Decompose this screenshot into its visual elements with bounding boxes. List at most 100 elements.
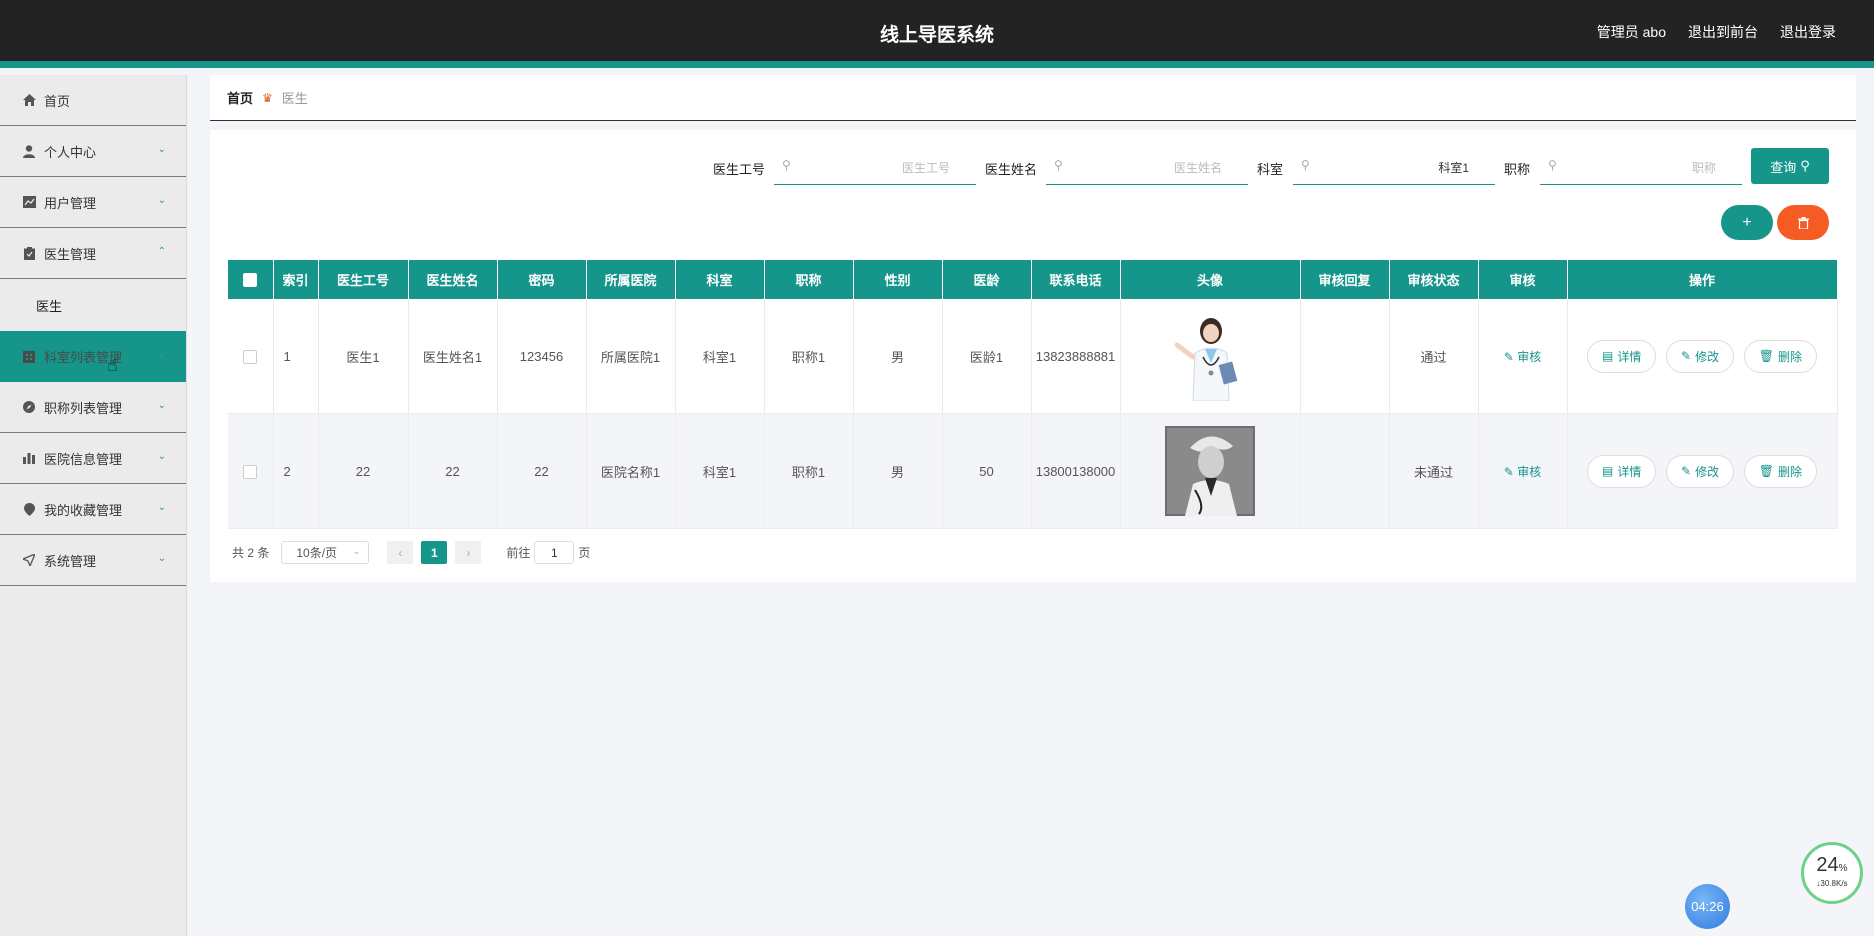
audit-label: 审核 <box>1517 464 1542 479</box>
sidebar-item-label: 医生管理 <box>44 246 97 262</box>
doctor-table: 索引 医生工号 医生姓名 密码 所属医院 科室 职称 性别 医龄 联系电话 头像… <box>228 260 1838 529</box>
sidebar-subitem-doctor[interactable]: 医生 <box>0 279 186 331</box>
sidebar-item-label: 我的收藏管理 <box>44 502 123 518</box>
goto-page: 前往 1 页 <box>506 541 590 564</box>
delete-label: 删除 <box>1777 349 1802 364</box>
cell-phone: 13823888881 <box>1031 299 1121 414</box>
pagination: 共 2 条 10条/页 ⌄ ‹ 1 › 前往 1 页 <box>232 541 590 564</box>
dept-label: 科室 <box>1257 162 1284 177</box>
document-icon: ▤ <box>1602 464 1614 478</box>
app-title: 线上导医系统 <box>879 25 994 46</box>
doctor-name-input[interactable]: ⚲ 医生姓名 <box>1046 148 1248 185</box>
sidebar-item-personal-center[interactable]: 个人中心 ⌄ <box>0 126 186 177</box>
row-select-cell[interactable] <box>228 413 274 529</box>
sidebar-item-department-list[interactable]: 科室列表管理 ⌄ <box>0 331 186 382</box>
cell-years: 50 <box>942 413 1032 529</box>
cell-doctor-no: 22 <box>318 413 409 529</box>
goto-label: 前往 <box>506 546 531 560</box>
title-input[interactable]: ⚲ 职称 <box>1540 148 1742 185</box>
sidebar-item-label: 个人中心 <box>44 144 97 160</box>
logout-link[interactable]: 退出登录 <box>1780 22 1836 42</box>
search-icon: ⚲ <box>1548 158 1557 172</box>
cell-hospital: 所属医院1 <box>586 299 676 414</box>
page-size-value: 10条/页 <box>296 546 338 560</box>
detail-label: 详情 <box>1617 464 1642 479</box>
doctor-no-placeholder: 医生工号 <box>901 161 950 175</box>
sidebar-item-label: 用户管理 <box>44 195 97 211</box>
row-checkbox[interactable] <box>243 464 258 479</box>
audit-label: 审核 <box>1517 349 1542 364</box>
edit-button[interactable]: ✎ 修改 <box>1666 339 1735 373</box>
row-select-cell[interactable] <box>228 299 274 414</box>
doctor-no-input[interactable]: ⚲ 医生工号 <box>774 148 976 185</box>
sidebar-item-system[interactable]: 系统管理 ⌄ <box>0 535 186 586</box>
select-all-cell[interactable] <box>228 260 274 299</box>
query-button[interactable]: 查询 ⚲ <box>1751 148 1829 184</box>
batch-delete-button[interactable] <box>1777 205 1829 240</box>
cell-title: 职称1 <box>764 299 854 414</box>
network-speed-widget[interactable]: 24% ↓30.8K/s <box>1801 842 1863 904</box>
cell-doctor-name: 22 <box>408 413 498 529</box>
column-header: 性别 <box>853 260 943 299</box>
location-icon <box>22 502 36 516</box>
prev-page-button[interactable]: ‹ <box>387 541 414 564</box>
sidebar-item-label: 职称列表管理 <box>44 400 123 416</box>
exit-to-front-link[interactable]: 退出到前台 <box>1688 22 1758 42</box>
page-number-button[interactable]: 1 <box>421 541 448 564</box>
next-page-button[interactable]: › <box>455 541 482 564</box>
sidebar-item-doctor-management[interactable]: 医生管理 ⌃ <box>0 228 186 279</box>
dept-input[interactable]: ⚲ 科室1 <box>1293 148 1495 185</box>
search-icon: ⚲ <box>782 158 791 172</box>
percent-sign: % <box>1838 863 1848 874</box>
edit-button[interactable]: ✎ 修改 <box>1666 454 1735 488</box>
sidebar-item-label: 首页 <box>44 93 71 109</box>
breadcrumb: 首页 ♛ 医生 <box>210 75 1856 121</box>
column-header: 审核 <box>1478 260 1568 299</box>
audit-link[interactable]: ✎ 审核 <box>1504 465 1541 479</box>
total-count: 共 2 条 <box>232 546 270 560</box>
cell-dept: 科室1 <box>675 299 765 414</box>
column-header: 操作 <box>1567 260 1838 299</box>
detail-button[interactable]: ▤ 详情 <box>1587 454 1657 488</box>
select-all-checkbox[interactable] <box>243 273 258 288</box>
column-header: 科室 <box>675 260 765 299</box>
delete-button[interactable]: 🗑 删除 <box>1743 339 1817 373</box>
sidebar-item-hospital-info[interactable]: 医院信息管理 ⌄ <box>0 433 186 484</box>
goto-page-input[interactable]: 1 <box>534 541 575 564</box>
delete-button[interactable]: 🗑 删除 <box>1743 454 1817 488</box>
chevron-down-icon: ⌄ <box>157 553 166 564</box>
breadcrumb-home[interactable]: 首页 <box>227 88 253 107</box>
building-icon <box>22 350 36 364</box>
sidebar-item-user-management[interactable]: 用户管理 ⌄ <box>0 177 186 228</box>
chevron-up-icon: ⌃ <box>157 246 166 257</box>
sidebar: 首页 个人中心 ⌄ 用户管理 ⌄ 医生管理 ⌃ 医生 科室列表管理 ⌄ 职称列表… <box>0 75 187 936</box>
add-button[interactable]: + <box>1721 205 1773 240</box>
cell-audit: ✎ 审核 <box>1478 413 1568 529</box>
main-panel: 医生工号 ⚲ 医生工号 医生姓名 ⚲ 医生姓名 科室 ⚲ 科室1 职称 ⚲ 职称… <box>210 130 1856 582</box>
cell-phone: 13800138000 <box>1031 413 1121 529</box>
cell-gender: 男 <box>853 413 943 529</box>
cell-dept: 科室1 <box>675 413 765 529</box>
detail-button[interactable]: ▤ 详情 <box>1587 339 1657 373</box>
user-icon <box>22 144 36 158</box>
row-checkbox[interactable] <box>243 349 258 364</box>
trash-icon: 🗑 <box>1758 349 1774 363</box>
cell-avatar <box>1120 413 1301 529</box>
chevron-down-icon: ⌄ <box>157 144 166 155</box>
chevron-down-icon: ⌄ <box>157 195 166 206</box>
sidebar-item-home[interactable]: 首页 <box>0 75 186 126</box>
column-header: 所属医院 <box>586 260 676 299</box>
sidebar-item-favorites[interactable]: 我的收藏管理 ⌄ <box>0 484 186 535</box>
trash-icon <box>1797 216 1809 229</box>
cell-years: 医龄1 <box>942 299 1032 414</box>
search-icon: ⚲ <box>1054 158 1063 172</box>
table-header-row: 索引 医生工号 医生姓名 密码 所属医院 科室 职称 性别 医龄 联系电话 头像… <box>228 260 1838 299</box>
query-button-label: 查询 <box>1770 159 1797 175</box>
chart-icon <box>22 195 36 209</box>
sidebar-item-title-list[interactable]: 职称列表管理 ⌄ <box>0 382 186 433</box>
page-size-select[interactable]: 10条/页 ⌄ <box>281 541 370 564</box>
cell-doctor-no: 医生1 <box>318 299 409 414</box>
clock-widget[interactable]: 04:26 <box>1685 884 1730 929</box>
column-header: 头像 <box>1120 260 1301 299</box>
audit-link[interactable]: ✎ 审核 <box>1504 350 1541 364</box>
